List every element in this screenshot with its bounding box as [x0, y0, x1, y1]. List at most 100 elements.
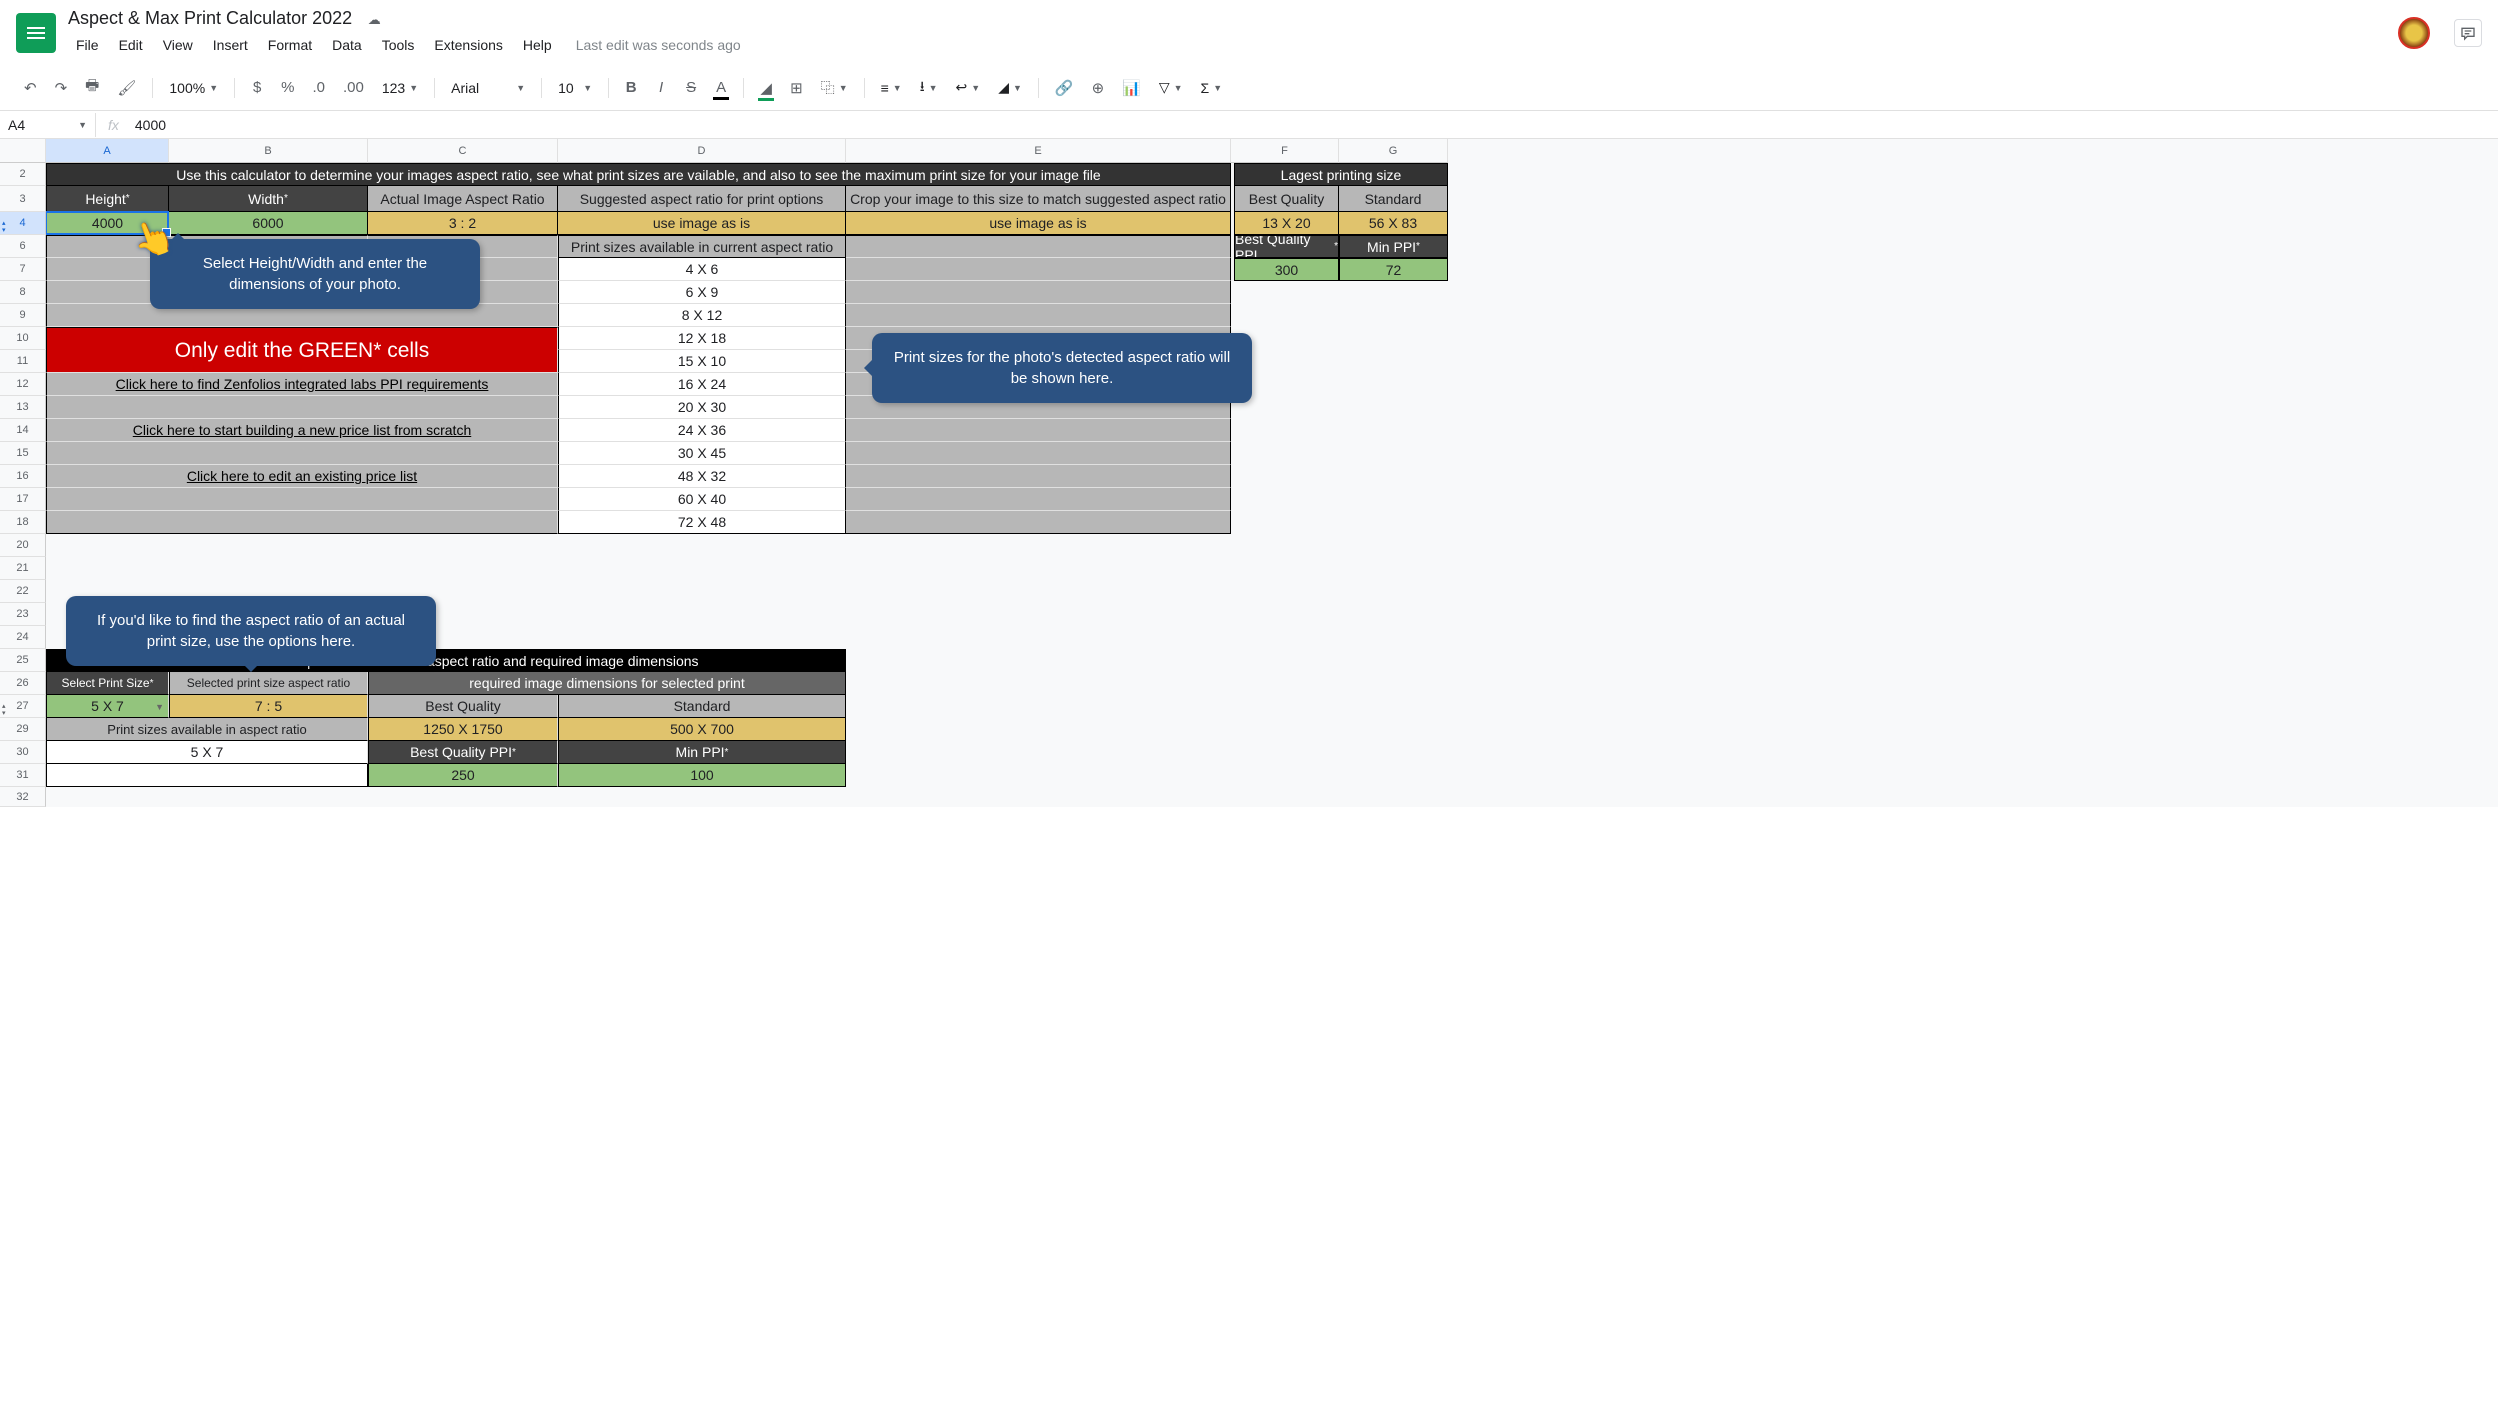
insert-chart-button[interactable]: 📊: [1114, 73, 1149, 103]
cell-selected-ratio-val[interactable]: 7 : 5: [170, 695, 367, 717]
cell-bq-dims[interactable]: 1250 X 1750: [369, 718, 557, 740]
fontsize-select[interactable]: 10 ▼: [550, 76, 600, 100]
valign-button[interactable]: ⭳ ▼: [912, 72, 946, 104]
sheets-logo[interactable]: [16, 13, 56, 53]
halign-button[interactable]: ≡ ▼: [873, 76, 910, 100]
col-header-E[interactable]: E: [846, 139, 1231, 163]
row-header-27[interactable]: 27▴▾: [0, 695, 46, 718]
rotate-button[interactable]: ◢ ▼: [990, 75, 1030, 100]
cell-selected-ratio-label[interactable]: Selected print size aspect ratio: [170, 672, 367, 694]
cell-ratio-val[interactable]: 3 : 2: [368, 212, 557, 234]
cell[interactable]: [46, 442, 558, 465]
cell[interactable]: Click here to start building a new price…: [46, 419, 558, 442]
row-header-4[interactable]: 4▴▾: [0, 212, 46, 235]
cell-best-quality-label[interactable]: Best Quality: [1235, 186, 1338, 211]
row-header-16[interactable]: 16: [0, 465, 46, 488]
cell-actual-ratio-label[interactable]: Actual Image Aspect Ratio: [368, 186, 557, 211]
dropdown-icon[interactable]: ▼: [155, 702, 164, 712]
insert-link-button[interactable]: 🔗: [1047, 73, 1082, 103]
cell-size3[interactable]: 5 X 7: [47, 741, 367, 763]
cell[interactable]: [46, 396, 558, 419]
cell-std-size[interactable]: 56 X 83: [1339, 212, 1447, 234]
cell-std2-label[interactable]: Standard: [559, 695, 845, 717]
menu-extensions[interactable]: Extensions: [426, 33, 510, 57]
cell-largest-label[interactable]: Lagest printing size: [1235, 164, 1447, 185]
cell-print-sizes-label[interactable]: Print sizes available in current aspect …: [559, 236, 845, 257]
cell-bqppi2-label[interactable]: Best Quality PPI*: [369, 741, 557, 763]
col-header-C[interactable]: C: [368, 139, 558, 163]
row-header-24[interactable]: 24: [0, 626, 46, 649]
link-6[interactable]: Click here to start building a new price…: [133, 422, 471, 438]
cell[interactable]: [846, 488, 1231, 511]
cell[interactable]: [846, 258, 1231, 281]
cell-size-0[interactable]: 4 X 6: [559, 258, 845, 280]
cell-size-5[interactable]: 16 X 24: [558, 373, 846, 396]
cell[interactable]: [846, 419, 1231, 442]
strike-button[interactable]: S: [677, 73, 705, 102]
fill-color-button[interactable]: ◢: [752, 73, 780, 103]
italic-button[interactable]: I: [647, 73, 675, 102]
cell-100[interactable]: 100: [559, 764, 845, 786]
name-box[interactable]: A4 ▼: [0, 113, 96, 137]
font-select[interactable]: Arial ▼: [443, 76, 533, 100]
show-comments-button[interactable]: [2454, 19, 2482, 47]
paint-format-button[interactable]: 🖌: [109, 73, 144, 103]
cell-use-2[interactable]: use image as is: [846, 212, 1230, 234]
row-header-26[interactable]: 26: [0, 672, 46, 695]
cell-height-label[interactable]: Height*: [47, 186, 168, 211]
menu-view[interactable]: View: [155, 33, 201, 57]
col-header-B[interactable]: B: [169, 139, 368, 163]
cell-size-2[interactable]: 8 X 12: [558, 304, 846, 327]
cell-select-print-label[interactable]: Select Print Size*: [47, 672, 168, 694]
row-header-22[interactable]: 22: [0, 580, 46, 603]
cell-size-10[interactable]: 60 X 40: [558, 488, 846, 511]
row-header-30[interactable]: 30: [0, 741, 46, 764]
formula-input[interactable]: 4000: [131, 113, 2498, 137]
cell-standard-label[interactable]: Standard: [1339, 186, 1447, 211]
select-all-corner[interactable]: [0, 139, 46, 163]
cell[interactable]: [846, 511, 1231, 534]
cell-minppi-label[interactable]: Min PPI*: [1340, 236, 1447, 257]
cell[interactable]: [846, 281, 1231, 304]
link-4[interactable]: Click here to find Zenfolios integrated …: [116, 376, 489, 392]
menu-file[interactable]: File: [68, 33, 107, 57]
row-header-31[interactable]: 31: [0, 764, 46, 787]
row-header-10[interactable]: 10: [0, 327, 46, 350]
row-header-23[interactable]: 23: [0, 603, 46, 626]
row-header-11[interactable]: 11: [0, 350, 46, 373]
last-edit-text[interactable]: Last edit was seconds ago: [576, 37, 741, 53]
merge-button[interactable]: ⿻ ▼: [813, 74, 856, 102]
cell-avail2-label[interactable]: Print sizes available in aspect ratio: [47, 718, 367, 740]
cell-suggested-label[interactable]: Suggested aspect ratio for print options: [558, 186, 845, 211]
row-header-20[interactable]: 20: [0, 534, 46, 557]
increase-decimal-button[interactable]: .00: [335, 73, 372, 102]
menu-format[interactable]: Format: [260, 33, 320, 57]
cell-width-val[interactable]: 6000: [169, 212, 367, 234]
cloud-save-icon[interactable]: ☁: [368, 12, 381, 28]
row-header-25[interactable]: 25: [0, 649, 46, 672]
row-header-29[interactable]: 29: [0, 718, 46, 741]
menu-insert[interactable]: Insert: [205, 33, 256, 57]
wrap-button[interactable]: ↩ ▼: [948, 75, 989, 100]
col-header-D[interactable]: D: [558, 139, 846, 163]
cell-250[interactable]: 250: [369, 764, 557, 786]
row-header-21[interactable]: 21: [0, 557, 46, 580]
borders-button[interactable]: ⊞: [782, 73, 811, 103]
cell-size-11[interactable]: 72 X 48: [558, 511, 846, 534]
format-percent-button[interactable]: %: [273, 73, 302, 102]
cell-size-9[interactable]: 48 X 32: [558, 465, 846, 488]
menu-help[interactable]: Help: [515, 33, 560, 57]
row-header-2[interactable]: 2: [0, 163, 46, 186]
cell-minppi2-label[interactable]: Min PPI*: [559, 741, 845, 763]
user-avatar[interactable]: [2398, 17, 2430, 49]
cell-size-4[interactable]: 15 X 10: [558, 350, 846, 373]
cell-size-3[interactable]: 12 X 18: [558, 327, 846, 350]
decrease-decimal-button[interactable]: .0: [304, 73, 333, 102]
cell-std-dims[interactable]: 500 X 700: [559, 718, 845, 740]
row-header-6[interactable]: 6: [0, 235, 46, 258]
cell-size-1[interactable]: 6 X 9: [558, 281, 846, 304]
spreadsheet-grid[interactable]: 234▴▾67891011121314151617182021222324252…: [0, 139, 2498, 807]
cell[interactable]: [846, 465, 1231, 488]
cell[interactable]: Click here to find Zenfolios integrated …: [46, 373, 558, 396]
row-header-14[interactable]: 14: [0, 419, 46, 442]
